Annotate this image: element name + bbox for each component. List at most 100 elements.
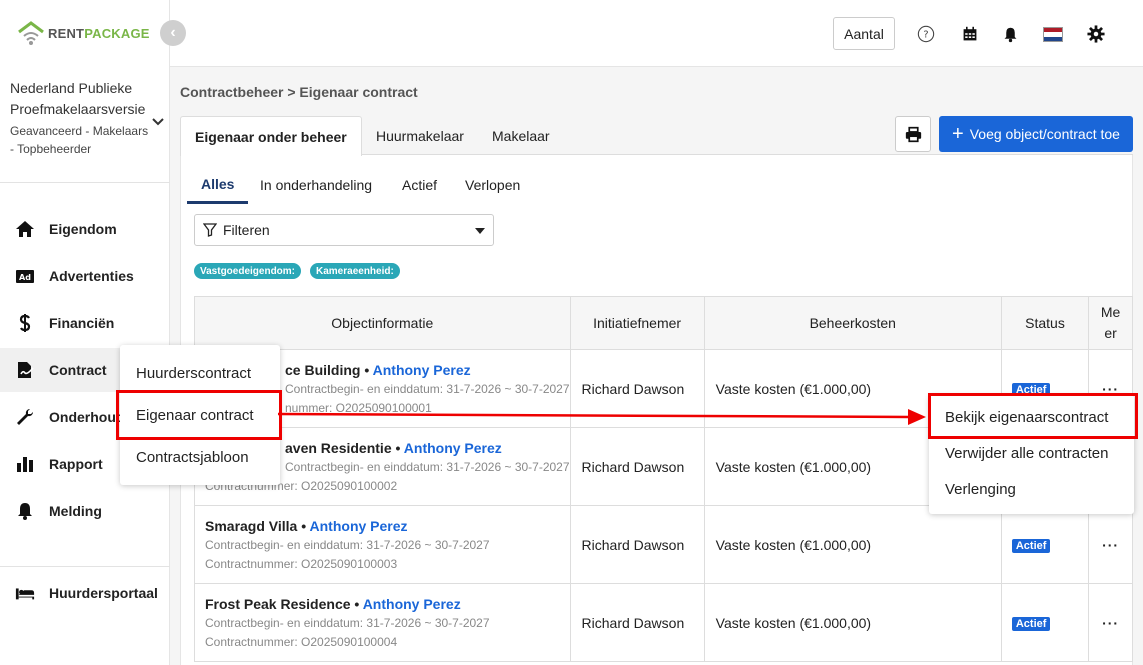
contract-icon — [18, 362, 34, 378]
more-actions-icon[interactable]: ··· — [1088, 505, 1133, 584]
highlight-box-eigenaar-contract — [116, 390, 282, 440]
tab-in-onderhandeling[interactable]: In onderhandeling — [260, 166, 372, 204]
column-header-meer: Me er — [1088, 296, 1133, 350]
collapse-sidebar-button[interactable]: ‹ — [160, 20, 186, 46]
owner-link[interactable]: Anthony Perez — [373, 362, 471, 378]
sidebar-item-advertenties[interactable]: Ad Advertenties — [0, 254, 170, 298]
sidebar-item-label: Contract — [49, 362, 107, 378]
table-header-row: Objectinformatie Initiatiefnemer Beheerk… — [194, 296, 1133, 350]
highlight-box-bekijk-eigenaarscontract — [928, 393, 1138, 439]
language-flag-icon[interactable] — [1043, 27, 1063, 42]
object-name: Frost Peak Residence — [205, 595, 351, 612]
cost-cell: Vaste kosten (€1.000,00) — [703, 583, 1002, 662]
object-info-cell: Frost Peak Residence • Anthony Perez Con… — [194, 583, 571, 662]
owner-link[interactable]: Anthony Perez — [363, 596, 461, 612]
home-icon — [16, 221, 34, 237]
menu-item-verlenging[interactable]: Verlenging — [945, 481, 1016, 498]
ad-icon: Ad — [16, 270, 34, 283]
calendar-icon[interactable] — [960, 24, 980, 44]
printer-icon — [905, 126, 921, 142]
chevron-down-icon[interactable] — [152, 116, 164, 128]
tab-actief[interactable]: Actief — [402, 166, 437, 204]
contract-dates: Contractbegin- en einddatum: 31-7-2026 ~… — [205, 537, 490, 552]
column-header-objectinformatie: Objectinformatie — [194, 296, 571, 350]
owner-link[interactable]: Anthony Perez — [404, 440, 502, 456]
sidebar-divider — [0, 566, 170, 567]
settings-gear-icon[interactable] — [1086, 24, 1106, 44]
menu-item-verwijder-alle-contracten[interactable]: Verwijder alle contracten — [945, 445, 1108, 462]
svg-text:?: ? — [923, 30, 928, 41]
org-role: Geavanceerd - Makelaars - Topbeheerder — [10, 124, 149, 156]
initiator-cell: Richard Dawson — [569, 505, 705, 584]
sidebar-item-label: Melding — [49, 503, 102, 519]
tab-makelaar[interactable]: Makelaar — [492, 116, 550, 155]
tab-verlopen[interactable]: Verlopen — [465, 166, 520, 204]
column-header-initiatiefnemer: Initiatiefnemer — [569, 296, 705, 350]
sidebar-item-label: Huurdersportaal — [49, 585, 158, 601]
brand-name-part1: RENT — [48, 25, 85, 41]
logo-icon — [18, 21, 44, 45]
owner-link[interactable]: Anthony Perez — [310, 518, 408, 534]
contract-dates: Contractbegin- en einddatum: 31-7-2026 ~… — [285, 381, 570, 396]
sidebar-item-label: Onderhoud — [49, 409, 125, 425]
annotation-arrow-icon — [277, 409, 926, 425]
brand-name-part2: PACKAGE — [84, 25, 150, 41]
sidebar-item-eigendom[interactable]: Eigendom — [0, 207, 170, 251]
org-selector[interactable]: Nederland Publieke Proefmakelaarsversie … — [10, 78, 150, 158]
add-object-contract-button[interactable]: + Voeg object/contract toe — [939, 116, 1133, 152]
bed-icon — [15, 588, 35, 600]
brand-logo[interactable]: RENT PACKAGE — [16, 18, 150, 48]
aantal-button[interactable]: Aantal — [833, 17, 895, 50]
sidebar-divider — [0, 182, 170, 183]
column-header-status: Status — [1000, 296, 1090, 350]
object-name: aven Residentie — [285, 439, 392, 456]
sidebar-item-huurdersportaal[interactable]: Huurdersportaal — [0, 571, 170, 615]
wrench-icon — [17, 408, 34, 425]
topbar: Aantal ? — [170, 0, 1143, 67]
more-actions-icon[interactable]: ··· — [1088, 583, 1133, 662]
sidebar-item-label: Financiën — [49, 315, 115, 331]
object-info-cell: Smaragd Villa • Anthony Perez Contractbe… — [194, 505, 571, 584]
bell-icon — [18, 503, 32, 520]
filter-label: Filteren — [223, 222, 270, 238]
column-header-meer-label: Me er — [1100, 304, 1121, 341]
dollar-icon — [19, 314, 31, 332]
sidebar-item-label: Advertenties — [49, 268, 134, 284]
bar-chart-icon — [17, 457, 33, 472]
status-cell: Actief — [1000, 505, 1090, 584]
sidebar-item-label: Eigendom — [49, 221, 117, 237]
table-row[interactable]: Smaragd Villa • Anthony Perez Contractbe… — [194, 505, 1133, 584]
print-button[interactable] — [895, 116, 931, 152]
menu-item-huurderscontract[interactable]: Huurderscontract — [136, 365, 251, 382]
contract-dates: Contractbegin- en einddatum: 31-7-2026 ~… — [205, 615, 490, 630]
chevron-left-icon: ‹ — [170, 24, 176, 41]
breadcrumb: Contractbeheer > Eigenaar contract — [180, 84, 418, 100]
svg-text:Ad: Ad — [19, 273, 31, 282]
tab-huurmakelaar[interactable]: Huurmakelaar — [376, 116, 464, 155]
tab-alles[interactable]: Alles — [187, 166, 249, 204]
contract-number: Contractnummer: O2025090100004 — [205, 634, 398, 649]
notification-bell-icon[interactable] — [1000, 24, 1020, 44]
object-name: ce Building — [285, 361, 361, 378]
filter-select[interactable]: Filteren — [194, 214, 494, 246]
filter-icon — [203, 223, 217, 237]
caret-down-icon — [475, 228, 485, 234]
tab-eigenaar-onder-beheer[interactable]: Eigenaar onder beheer — [180, 116, 362, 156]
cost-cell: Vaste kosten (€1.000,00) — [703, 505, 1002, 584]
sidebar-item-melding[interactable]: Melding — [0, 489, 170, 533]
column-header-beheerkosten: Beheerkosten — [703, 296, 1002, 350]
sidebar-item-label: Rapport — [49, 456, 103, 472]
table-row[interactable]: Frost Peak Residence • Anthony Perez Con… — [194, 583, 1133, 662]
sidebar-item-financien[interactable]: Financiën — [0, 301, 170, 345]
org-name: Nederland Publieke Proefmakelaarsversie — [10, 80, 146, 117]
filter-chip[interactable]: Vastgoedeigendom: — [194, 263, 302, 279]
help-icon[interactable]: ? — [916, 24, 936, 44]
contract-dates: Contractbegin- en einddatum: 31-7-2026 ~… — [285, 459, 570, 474]
initiator-cell: Richard Dawson — [569, 427, 705, 506]
filter-chip[interactable]: Kameraeenheid: — [310, 263, 400, 279]
status-cell: Actief — [1000, 583, 1090, 662]
status-badge: Actief — [1011, 539, 1051, 553]
initiator-cell: Richard Dawson — [569, 583, 705, 662]
menu-item-contractsjabloon[interactable]: Contractsjabloon — [136, 449, 249, 466]
contract-number: Contractnummer: O2025090100003 — [205, 556, 398, 571]
